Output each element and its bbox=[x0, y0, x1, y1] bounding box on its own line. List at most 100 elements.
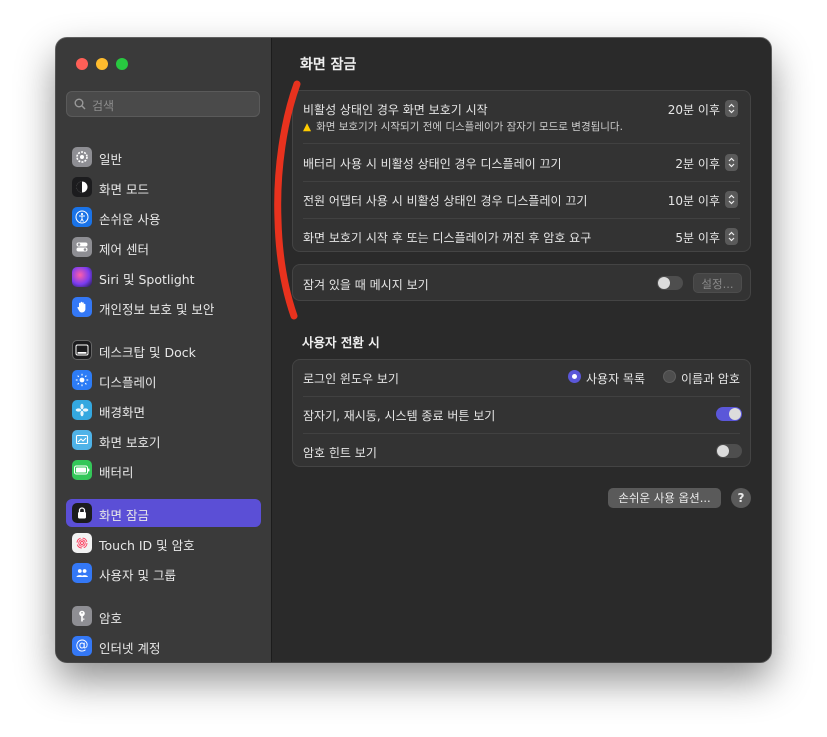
sidebar-item-label: 디스플레이 bbox=[99, 375, 157, 390]
accessibility-options-button[interactable]: 손쉬운 사용 옵션... bbox=[608, 488, 721, 508]
sidebar-item-appearance[interactable]: 화면 모드 bbox=[66, 173, 261, 201]
sidebar-item-label: 개인정보 보호 및 보안 bbox=[99, 302, 215, 317]
hand-icon bbox=[72, 297, 92, 317]
at-glyph: @ bbox=[75, 638, 89, 653]
gear-icon bbox=[72, 147, 92, 167]
sidebar-item-internet-accounts[interactable]: @ 인터넷 계정 bbox=[66, 632, 261, 660]
sidebar-item-screen-saver[interactable]: 화면 보호기 bbox=[66, 426, 261, 454]
sidebar-item-passwords[interactable]: 암호 bbox=[66, 602, 261, 630]
sidebar: 검색 일반 화면 모드 손쉬운 사용 제어 센터 Siri 및 Spotligh… bbox=[56, 38, 272, 662]
sidebar-item-label: 배경화면 bbox=[99, 405, 146, 420]
search-placeholder: 검색 bbox=[92, 99, 115, 113]
popup-value[interactable]: 10분 이후 bbox=[668, 192, 720, 209]
sidebar-item-general[interactable]: 일반 bbox=[66, 143, 261, 171]
sidebar-item-lock-screen[interactable]: 화면 잠금 bbox=[66, 499, 261, 527]
screensaver-start-row: 비활성 상태인 경우 화면 보호기 시작 20분 이후 ▲ 화면 보호기가 시작되… bbox=[293, 91, 750, 144]
help-button[interactable]: ? bbox=[731, 488, 751, 508]
sidebar-item-control-center[interactable]: 제어 센터 bbox=[66, 233, 261, 261]
warning-message: ▲ 화면 보호기가 시작되기 전에 디스플레이가 잠자기 모드로 변경됩니다. bbox=[303, 119, 623, 134]
updown-chevron-icon[interactable] bbox=[725, 154, 738, 171]
red-annotation-bracket bbox=[274, 80, 301, 320]
system-settings-window: 검색 일반 화면 모드 손쉬운 사용 제어 센터 Siri 및 Spotligh… bbox=[56, 38, 771, 662]
sidebar-item-accessibility[interactable]: 손쉬운 사용 bbox=[66, 203, 261, 231]
sidebar-item-touch-id-password[interactable]: Touch ID 및 암호 bbox=[66, 529, 261, 557]
sidebar-item-desktop-dock[interactable]: 데스크탑 및 Dock bbox=[66, 336, 261, 364]
updown-chevron-icon[interactable] bbox=[725, 100, 738, 117]
users-icon bbox=[72, 563, 92, 583]
page-title: 화면 잠금 bbox=[300, 57, 357, 73]
lock-icon bbox=[72, 503, 92, 523]
password-hint-row: 암호 힌트 보기 bbox=[293, 433, 750, 468]
sidebar-item-label: 암호 bbox=[99, 611, 123, 626]
row-label: 암호 힌트 보기 bbox=[303, 446, 377, 460]
toggle-knob bbox=[729, 408, 741, 420]
sidebar-item-label: 일반 bbox=[99, 152, 123, 167]
show-message-toggle[interactable] bbox=[657, 276, 683, 290]
updown-chevron-icon[interactable] bbox=[725, 191, 738, 208]
login-window-row: 로그인 윈도우 보기 사용자 목록 이름과 암호 bbox=[293, 360, 750, 396]
appearance-icon bbox=[72, 177, 92, 197]
updown-chevron-icon[interactable] bbox=[725, 228, 738, 245]
user-switch-title: 사용자 전환 시 bbox=[302, 335, 380, 350]
control-center-icon bbox=[72, 237, 92, 257]
warning-text: 화면 보호기가 시작되기 전에 디스플레이가 잠자기 모드로 변경됩니다. bbox=[316, 121, 623, 133]
screensaver-icon bbox=[72, 430, 92, 450]
radio-label: 이름과 암호 bbox=[681, 372, 741, 386]
sidebar-item-label: 손쉬운 사용 bbox=[99, 212, 161, 227]
row-label: 배터리 사용 시 비활성 상태인 경우 디스플레이 끄기 bbox=[303, 157, 562, 171]
password-hint-toggle[interactable] bbox=[716, 444, 742, 458]
sidebar-item-label: 데스크탑 및 Dock bbox=[99, 345, 196, 360]
sidebar-item-label: 화면 모드 bbox=[99, 182, 149, 197]
lock-settings-group: 비활성 상태인 경우 화면 보호기 시작 20분 이후 ▲ 화면 보호기가 시작되… bbox=[292, 90, 751, 252]
sidebar-item-label: Siri 및 Spotlight bbox=[99, 272, 195, 287]
battery-icon bbox=[72, 460, 92, 480]
radio-label: 사용자 목록 bbox=[586, 372, 646, 386]
sidebar-item-label: Touch ID 및 암호 bbox=[99, 538, 195, 553]
search-icon bbox=[74, 98, 86, 110]
popup-value[interactable]: 5분 이후 bbox=[675, 229, 720, 246]
fingerprint-icon bbox=[72, 533, 92, 553]
siri-icon bbox=[72, 267, 92, 287]
sidebar-item-users-groups[interactable]: 사용자 및 그룹 bbox=[66, 559, 261, 587]
sidebar-item-label: 인터넷 계정 bbox=[99, 641, 161, 656]
row-label: 전원 어댑터 사용 시 비활성 상태인 경우 디스플레이 끄기 bbox=[303, 194, 588, 208]
toggle-knob bbox=[717, 445, 729, 457]
minimize-window-button[interactable] bbox=[96, 58, 108, 70]
radio-name-password[interactable] bbox=[663, 370, 676, 383]
sidebar-item-label: 화면 보호기 bbox=[99, 435, 161, 450]
row-label: 잠자기, 재시동, 시스템 종료 버튼 보기 bbox=[303, 409, 496, 423]
radio-user-list[interactable] bbox=[568, 370, 581, 383]
sidebar-item-siri-spotlight[interactable]: Siri 및 Spotlight bbox=[66, 263, 261, 291]
at-icon: @ bbox=[72, 636, 92, 656]
sleep-restart-row: 잠자기, 재시동, 시스템 종료 버튼 보기 bbox=[293, 396, 750, 433]
require-password-row: 화면 보호기 시작 후 또는 디스플레이가 꺼진 후 암호 요구 5분 이후 bbox=[293, 218, 750, 253]
lock-message-group: 잠겨 있을 때 메시지 보기 설정... bbox=[292, 264, 751, 301]
sidebar-item-label: 사용자 및 그룹 bbox=[99, 568, 176, 583]
sidebar-item-label: 화면 잠금 bbox=[99, 508, 149, 523]
wallpaper-icon bbox=[72, 400, 92, 420]
dock-icon bbox=[72, 340, 92, 360]
row-label: 비활성 상태인 경우 화면 보호기 시작 bbox=[303, 103, 488, 117]
main-panel: 화면 잠금 비활성 상태인 경우 화면 보호기 시작 20분 이후 ▲ 화면 보호… bbox=[272, 38, 771, 662]
sleep-restart-toggle[interactable] bbox=[716, 407, 742, 421]
close-window-button[interactable] bbox=[76, 58, 88, 70]
user-switch-group: 로그인 윈도우 보기 사용자 목록 이름과 암호 잠자기, 재시동, 시스템 종… bbox=[292, 359, 751, 467]
toggle-knob bbox=[658, 277, 670, 289]
row-label: 잠겨 있을 때 메시지 보기 bbox=[303, 278, 429, 292]
display-icon bbox=[72, 370, 92, 390]
search-input[interactable]: 검색 bbox=[66, 91, 260, 117]
sidebar-item-privacy-security[interactable]: 개인정보 보호 및 보안 bbox=[66, 293, 261, 321]
adapter-display-off-row: 전원 어댑터 사용 시 비활성 상태인 경우 디스플레이 끄기 10분 이후 bbox=[293, 181, 750, 218]
sidebar-item-battery[interactable]: 배터리 bbox=[66, 456, 261, 484]
row-label: 로그인 윈도우 보기 bbox=[303, 372, 399, 386]
zoom-window-button[interactable] bbox=[116, 58, 128, 70]
battery-display-off-row: 배터리 사용 시 비활성 상태인 경우 디스플레이 끄기 2분 이후 bbox=[293, 144, 750, 181]
row-label: 화면 보호기 시작 후 또는 디스플레이가 꺼진 후 암호 요구 bbox=[303, 231, 592, 245]
popup-value[interactable]: 20분 이후 bbox=[668, 101, 720, 118]
sidebar-item-label: 제어 센터 bbox=[99, 242, 149, 257]
sidebar-item-displays[interactable]: 디스플레이 bbox=[66, 366, 261, 394]
message-settings-button[interactable]: 설정... bbox=[693, 273, 742, 293]
popup-value[interactable]: 2분 이후 bbox=[675, 155, 720, 172]
accessibility-icon bbox=[72, 207, 92, 227]
sidebar-item-wallpaper[interactable]: 배경화면 bbox=[66, 396, 261, 424]
